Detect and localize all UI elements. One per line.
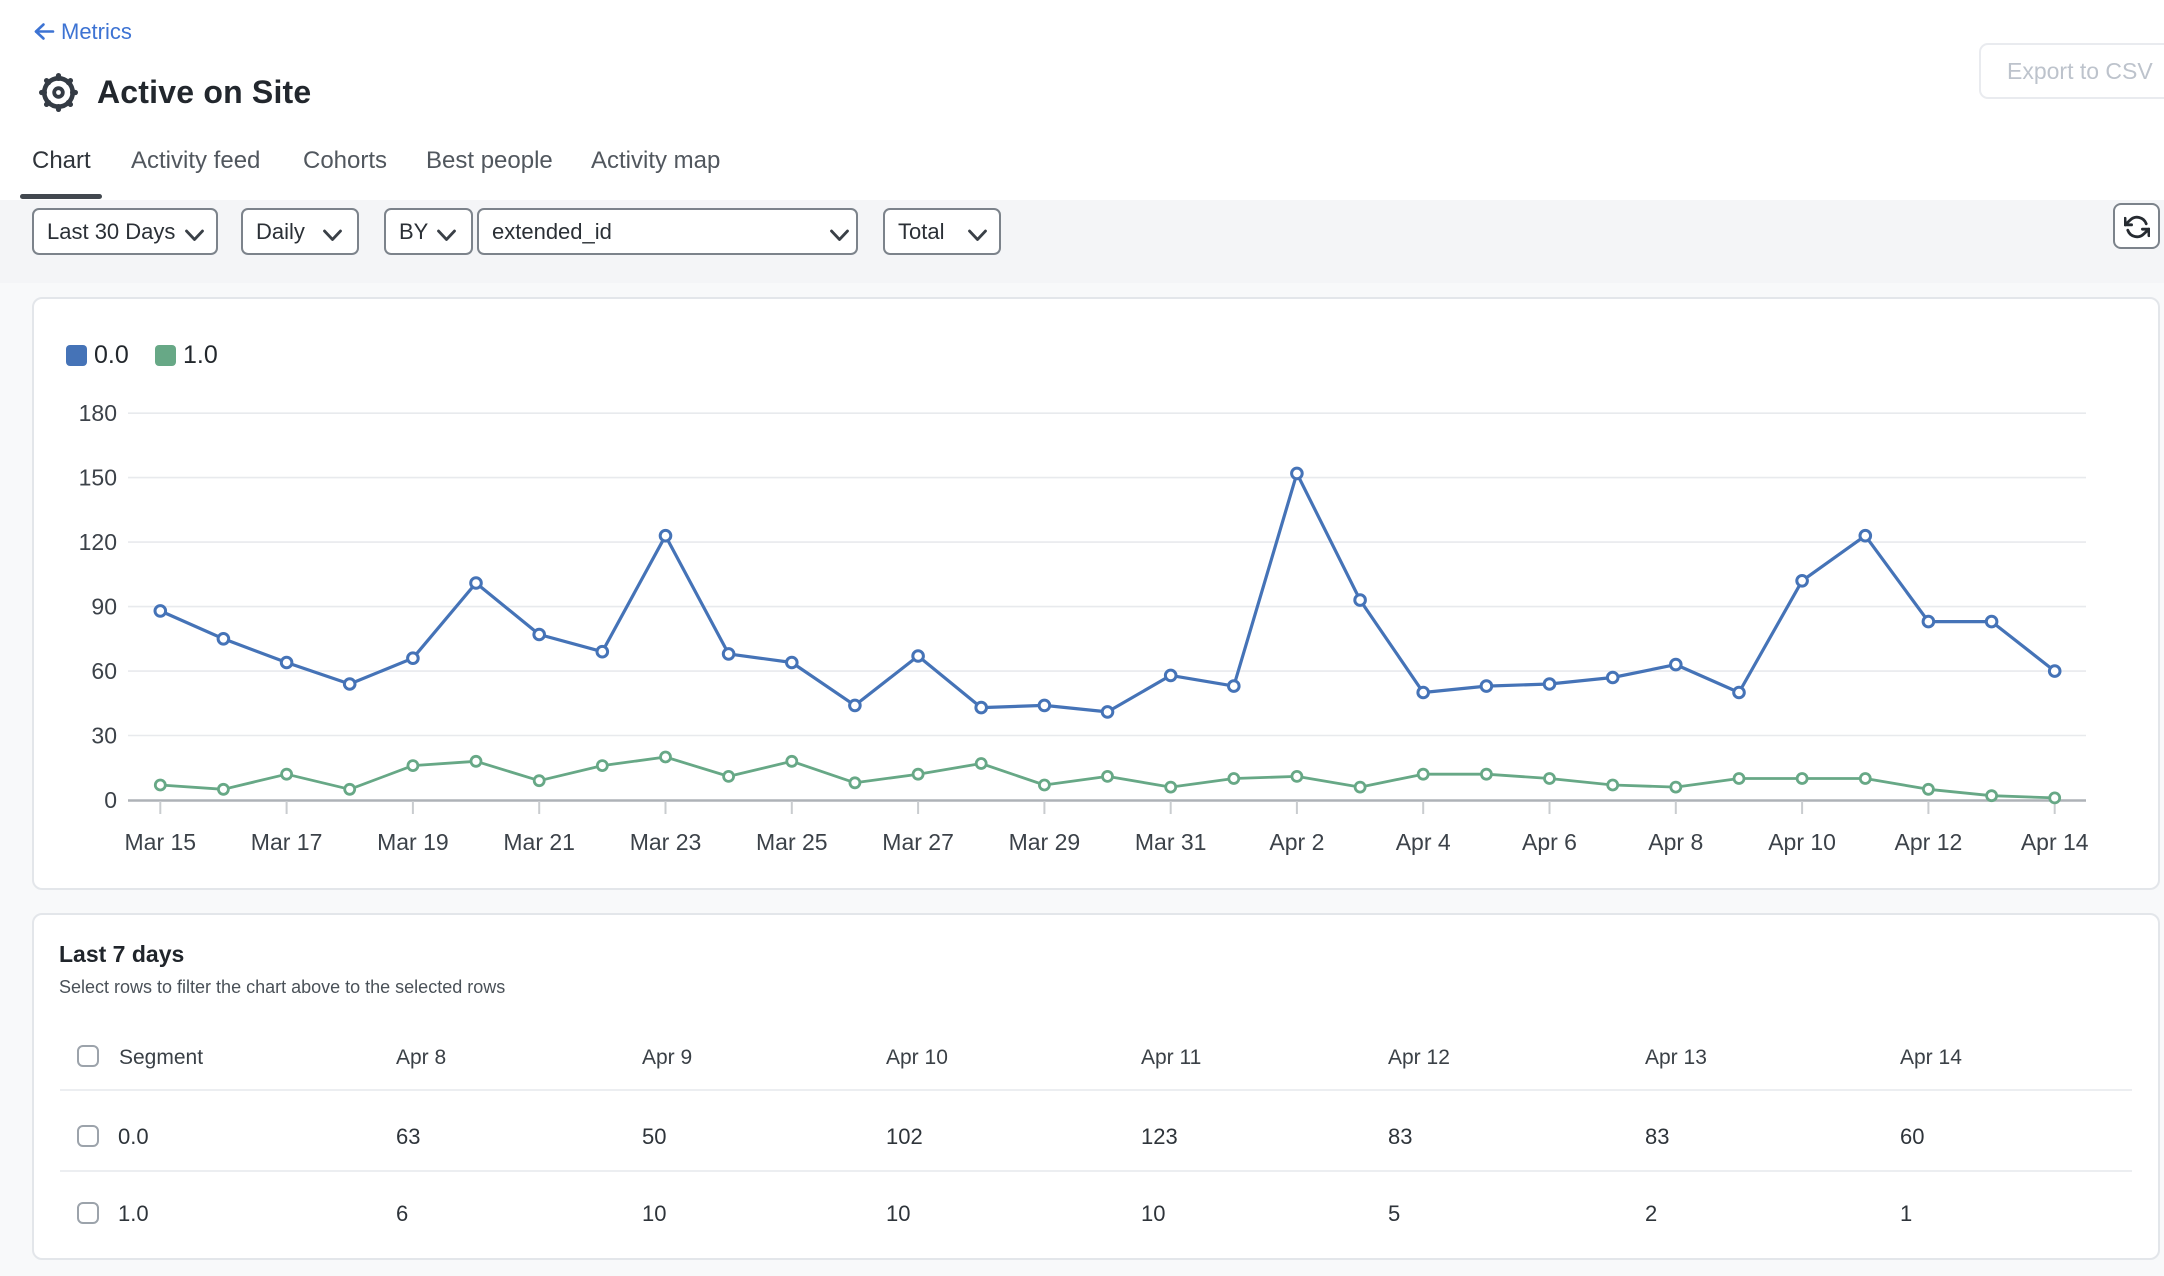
svg-text:Apr 14: Apr 14 (2021, 829, 2089, 855)
svg-text:180: 180 (79, 400, 117, 426)
svg-text:90: 90 (91, 594, 117, 620)
svg-text:0: 0 (104, 787, 117, 813)
svg-text:60: 60 (91, 658, 117, 684)
svg-text:Apr 2: Apr 2 (1269, 829, 1324, 855)
svg-text:Mar 31: Mar 31 (1135, 829, 1207, 855)
svg-text:Apr 8: Apr 8 (1648, 829, 1703, 855)
svg-text:120: 120 (79, 529, 117, 555)
svg-text:Mar 23: Mar 23 (630, 829, 702, 855)
svg-text:Mar 25: Mar 25 (756, 829, 828, 855)
svg-text:Apr 4: Apr 4 (1396, 829, 1451, 855)
svg-text:150: 150 (79, 465, 117, 491)
svg-text:Mar 29: Mar 29 (1009, 829, 1081, 855)
svg-text:Apr 6: Apr 6 (1522, 829, 1577, 855)
svg-text:Mar 15: Mar 15 (125, 829, 197, 855)
svg-text:Mar 19: Mar 19 (377, 829, 449, 855)
svg-text:Mar 17: Mar 17 (251, 829, 323, 855)
svg-text:30: 30 (91, 723, 117, 749)
svg-text:Apr 12: Apr 12 (1895, 829, 1963, 855)
svg-text:Mar 21: Mar 21 (503, 829, 575, 855)
svg-text:Mar 27: Mar 27 (882, 829, 954, 855)
svg-text:Apr 10: Apr 10 (1768, 829, 1836, 855)
